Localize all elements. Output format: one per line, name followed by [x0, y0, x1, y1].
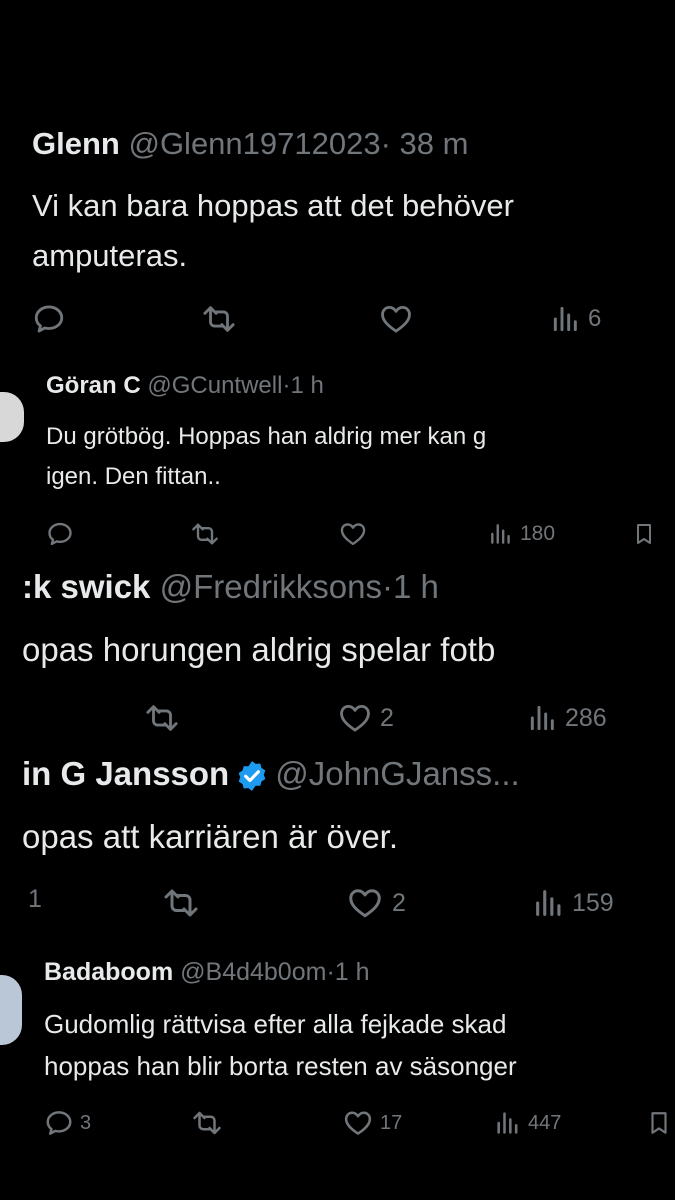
views-icon: [532, 885, 566, 921]
like-button[interactable]: [338, 520, 368, 548]
reply-icon: [32, 302, 66, 336]
views-count: 159: [572, 888, 614, 917]
author-handle[interactable]: @Glenn19712023: [128, 126, 380, 161]
views-count: 6: [588, 305, 602, 332]
verified-badge-icon: [238, 761, 266, 792]
avatar[interactable]: [0, 392, 24, 442]
author-handle[interactable]: @GCuntwell: [147, 372, 282, 399]
tweet-line: Du grötbög. Hoppas han aldrig mer kan g: [46, 423, 487, 450]
reply-button[interactable]: [46, 520, 74, 548]
tweet-text: opas att karriären är över.: [22, 815, 398, 859]
bookmark-button[interactable]: [646, 1108, 672, 1138]
reply-count: 1: [28, 885, 42, 913]
reply-button[interactable]: 1: [28, 885, 42, 914]
tweet-text: opas horungen aldrig spelar fotb: [22, 628, 495, 672]
timestamp[interactable]: 1 h: [393, 568, 439, 605]
tweet-header: in G Jansson @JohnGJanss...: [22, 755, 520, 793]
tweet-text: Gudomlig rättvisa efter alla fejkade ska…: [44, 1003, 517, 1087]
reply-count: 3: [80, 1111, 92, 1134]
bookmark-icon: [646, 1108, 672, 1138]
views-count: 286: [565, 703, 607, 732]
author-handle[interactable]: @JohnGJanss...: [275, 755, 519, 792]
tweet-glenn[interactable]: Glenn @Glenn19712023· 38 m Vi kan bara h…: [32, 126, 675, 346]
tweet-text: Vi kan bara hoppas att det behöver amput…: [32, 181, 514, 281]
avatar[interactable]: [0, 975, 22, 1045]
tweet-line: Vi kan bara hoppas att det behöver: [32, 188, 514, 223]
tweet-swick[interactable]: :k swick @Fredrikksons·1 h opas horungen…: [22, 568, 675, 748]
like-button[interactable]: 17: [342, 1108, 402, 1138]
retweet-button[interactable]: [191, 520, 219, 548]
retweet-button[interactable]: [162, 885, 200, 921]
retweet-icon: [191, 520, 219, 548]
views-icon: [550, 302, 582, 336]
views-button[interactable]: 286: [527, 701, 607, 735]
views-count: 447: [528, 1111, 562, 1134]
tweet-line: hoppas han blir borta resten av säsonger: [44, 1051, 517, 1081]
heart-icon: [344, 885, 386, 921]
heart-icon: [336, 701, 374, 735]
retweet-icon: [192, 1108, 222, 1138]
reply-button[interactable]: [32, 302, 66, 336]
retweet-icon: [145, 701, 179, 735]
timestamp[interactable]: 1 h: [290, 372, 323, 399]
author-name[interactable]: Göran C: [46, 372, 141, 399]
author-name[interactable]: in G Jansson: [22, 755, 229, 792]
reply-icon: [46, 520, 74, 548]
bookmark-icon: [632, 520, 656, 548]
like-button[interactable]: 2: [344, 885, 406, 921]
author-handle[interactable]: @B4d4b0om: [180, 958, 326, 986]
views-button[interactable]: 447: [494, 1108, 561, 1138]
views-button[interactable]: 6: [550, 302, 601, 336]
retweet-button[interactable]: [192, 1108, 222, 1138]
views-icon: [494, 1108, 522, 1138]
reply-icon: [44, 1108, 74, 1138]
views-button[interactable]: 159: [532, 885, 614, 921]
tweet-header: Glenn @Glenn19712023· 38 m: [32, 126, 468, 162]
tweet-goran[interactable]: Göran C @GCuntwell·1 h Du grötbög. Hoppa…: [46, 372, 675, 562]
author-name[interactable]: :k swick: [22, 568, 150, 605]
reply-button[interactable]: 3: [44, 1108, 91, 1138]
views-count: 180: [520, 522, 556, 545]
tweet-header: :k swick @Fredrikksons·1 h: [22, 568, 439, 606]
retweet-button[interactable]: [145, 701, 179, 735]
retweet-button[interactable]: [202, 302, 236, 336]
tweet-line: amputeras.: [32, 238, 188, 273]
retweet-icon: [202, 302, 236, 336]
heart-icon: [378, 302, 414, 336]
tweet-jansson[interactable]: in G Jansson @JohnGJanss... opas att karr…: [22, 755, 675, 935]
tweet-line: opas horungen aldrig spelar fotb: [22, 631, 496, 668]
retweet-icon: [162, 885, 200, 921]
tweet-header: Badaboom @B4d4b0om·1 h: [44, 958, 370, 987]
separator: ·: [380, 126, 391, 161]
like-button[interactable]: [378, 302, 414, 336]
author-name[interactable]: Glenn: [32, 126, 120, 161]
like-count: 2: [380, 703, 394, 732]
views-button[interactable]: 180: [488, 520, 555, 548]
heart-icon: [338, 520, 368, 548]
author-handle[interactable]: @Fredrikksons: [160, 568, 382, 605]
like-count: 2: [392, 888, 406, 917]
author-name[interactable]: Badaboom: [44, 958, 173, 986]
tweet-line: Gudomlig rättvisa efter alla fejkade ska…: [44, 1009, 507, 1039]
tweet-line: opas att karriären är över.: [22, 818, 399, 855]
like-count: 17: [380, 1111, 403, 1134]
bookmark-button[interactable]: [632, 520, 656, 548]
tweet-line: igen. Den fittan..: [46, 463, 221, 490]
separator: ·: [381, 568, 393, 605]
like-button[interactable]: 2: [336, 701, 394, 735]
heart-icon: [342, 1108, 374, 1138]
tweet-text: Du grötbög. Hoppas han aldrig mer kan g …: [46, 417, 486, 497]
tweet-badaboom[interactable]: Badaboom @B4d4b0om·1 h Gudomlig rättvisa…: [44, 958, 675, 1148]
views-icon: [488, 520, 514, 548]
views-icon: [527, 701, 559, 735]
timestamp[interactable]: 38 m: [400, 126, 469, 161]
tweet-header: Göran C @GCuntwell·1 h: [46, 372, 324, 400]
separator: ·: [326, 958, 335, 986]
timestamp[interactable]: 1 h: [335, 958, 370, 986]
